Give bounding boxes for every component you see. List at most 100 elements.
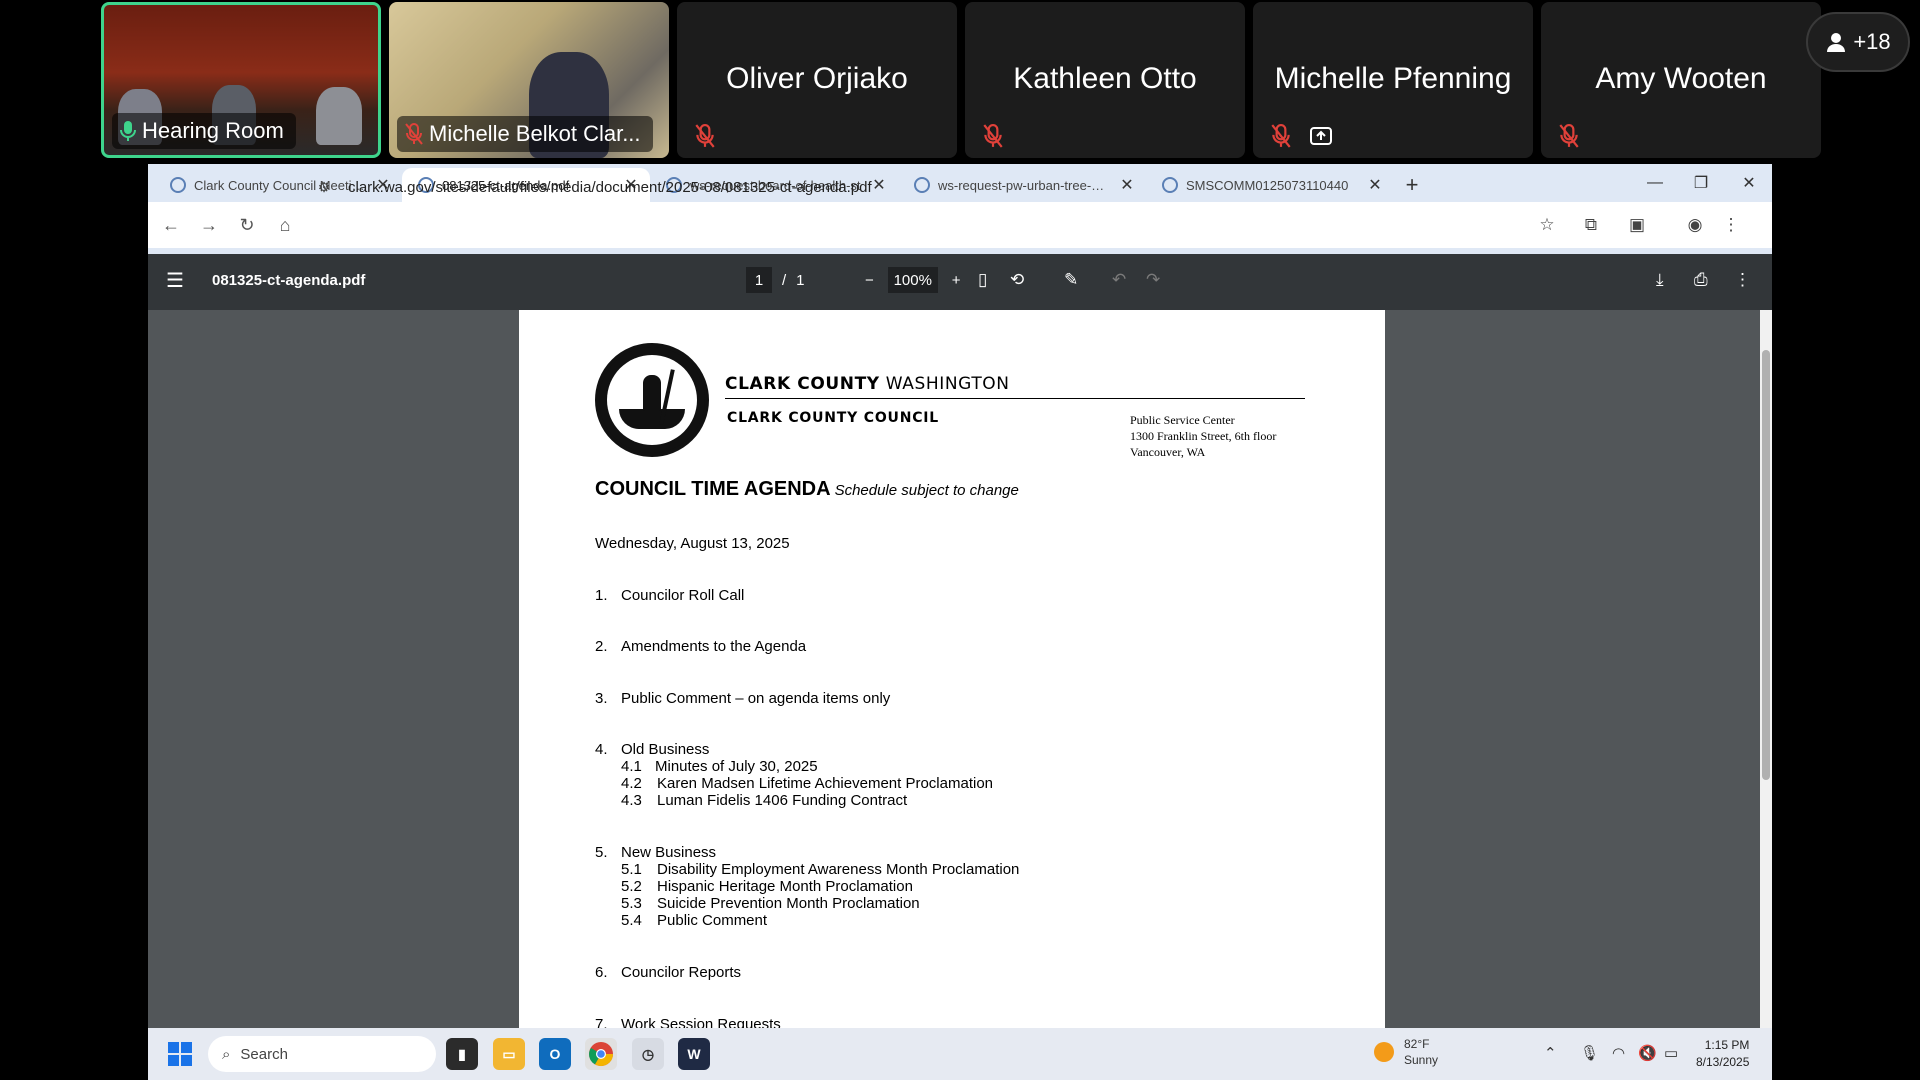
home-button[interactable]: ⌂	[266, 206, 304, 244]
county-seal-logo	[595, 343, 709, 457]
participant-name: Oliver Orjiako	[726, 62, 908, 95]
windows-start-icon[interactable]	[168, 1042, 192, 1066]
reload-button[interactable]: ↻	[228, 206, 266, 244]
bookmark-star-icon[interactable]: ☆	[1530, 210, 1564, 240]
undo-icon[interactable]: ↶	[1112, 270, 1126, 290]
participant-figure	[316, 87, 362, 145]
rotate-icon[interactable]: ⟲	[1010, 270, 1024, 290]
zoom-in-icon[interactable]: +	[952, 272, 961, 289]
sun-icon	[1374, 1042, 1394, 1062]
pdf-viewer[interactable]: CLARK COUNTY WASHINGTON CLARK COUNTY COU…	[148, 310, 1772, 1028]
fit-page-icon[interactable]: ▯	[978, 270, 987, 290]
taskbar-search[interactable]: ⌕ Search	[208, 1036, 436, 1072]
participant-tile-kathleen-otto[interactable]: Kathleen Otto	[965, 2, 1245, 158]
agenda-subitem: 4.1 Minutes of July 30, 2025	[621, 758, 818, 775]
agenda-subitem: 4.2 Karen Madsen Lifetime Achievement Pro…	[621, 775, 994, 792]
address-line: Vancouver, WA	[1130, 445, 1206, 459]
close-icon[interactable]: ✕	[870, 175, 888, 195]
file-explorer-icon[interactable]: ▭	[493, 1038, 525, 1070]
council-heading: CLARK COUNTY COUNCIL	[727, 410, 940, 426]
battery-icon[interactable]: ▭	[1664, 1044, 1678, 1062]
webex-icon[interactable]: W	[678, 1038, 710, 1070]
participant-label: Michelle Belkot Clar...	[397, 116, 653, 152]
pdf-scrollbar[interactable]	[1760, 310, 1772, 1028]
address-line: Public Service Center	[1130, 413, 1235, 427]
agenda-subitem: 5.3 Suicide Prevention Month Proclamation	[621, 895, 920, 912]
participant-tile-oliver-orjiako[interactable]: Oliver Orjiako	[677, 2, 957, 158]
participant-tile-michelle-pfenning[interactable]: Michelle Pfenning	[1253, 2, 1533, 158]
speaker-muted-icon[interactable]: 🔇	[1638, 1044, 1657, 1062]
county-state: WASHINGTON	[885, 374, 1010, 394]
tab-urban-tree[interactable]: ws-request-pw-urban-tree-can ✕	[898, 168, 1146, 202]
restore-button[interactable]: ❐	[1678, 168, 1724, 198]
participant-tile-amy-wooten[interactable]: Amy Wooten	[1541, 2, 1821, 158]
participant-tile-hearing-room[interactable]: Hearing Room	[101, 2, 381, 158]
tab-title: SMSCOMM0125073110440	[1186, 177, 1349, 193]
agenda-title: COUNCIL TIME AGENDA Schedule subject to c…	[595, 478, 1019, 501]
agenda-subitem: 5.1 Disability Employment Awareness Month…	[621, 861, 1020, 878]
system-clock[interactable]: 1:15 PM 8/13/2025	[1696, 1037, 1749, 1071]
windows-taskbar: ⌕ Search ▮ ▭ O ◷ W 82°F Sunny ⌃ 🎙 ◠ 🔇 ▭ …	[148, 1028, 1772, 1080]
agenda-subitem: 5.4 Public Comment	[621, 912, 768, 929]
mic-on-icon	[120, 121, 136, 141]
wifi-icon[interactable]: ◠	[1612, 1044, 1625, 1062]
forward-button[interactable]: →	[190, 206, 228, 244]
new-tab-button[interactable]: +	[1394, 168, 1430, 202]
participant-name: Michelle Belkot Clar...	[429, 121, 641, 146]
minimize-button[interactable]: —	[1632, 168, 1678, 198]
mic-muted-tray-icon[interactable]: 🎙	[1580, 1044, 1599, 1062]
zoom-level-input[interactable]: 100%	[887, 267, 938, 293]
search-icon: ⌕	[222, 1045, 231, 1063]
task-view-icon[interactable]: ▮	[446, 1038, 478, 1070]
chevron-up-icon[interactable]: ⌃	[1544, 1044, 1557, 1062]
url-field[interactable]: clark.wa.gov/sites/default/files/media/d…	[348, 172, 872, 202]
participant-tile-michelle-belkot[interactable]: Michelle Belkot Clar...	[389, 2, 669, 158]
agenda-date: Wednesday, August 13, 2025	[595, 535, 790, 552]
tab-title: Clark County Council Meetings	[194, 177, 366, 193]
browser-menu-icon[interactable]: ⋮	[1714, 210, 1748, 240]
more-participants-count: +18	[1853, 29, 1891, 54]
split-view-icon[interactable]: ▣	[1620, 210, 1654, 240]
agenda-subtitle: Schedule subject to change	[834, 482, 1019, 499]
pdf-more-icon[interactable]: ⋮	[1734, 270, 1751, 290]
agenda-item: 3. Public Comment – on agenda items only	[595, 690, 891, 707]
participant-name: Amy Wooten	[1595, 62, 1767, 95]
clock-app-icon[interactable]: ◷	[632, 1038, 664, 1070]
close-icon[interactable]: ✕	[1366, 175, 1384, 195]
download-icon[interactable]: ⤓	[1656, 270, 1664, 290]
close-icon[interactable]: ✕	[1118, 175, 1136, 195]
hamburger-menu-icon[interactable]: ☰	[166, 268, 184, 293]
agenda-item: 5. New Business	[595, 844, 717, 861]
agenda-title-text: COUNCIL TIME AGENDA	[595, 478, 831, 500]
scrollbar-thumb[interactable]	[1762, 350, 1770, 780]
back-button[interactable]: ←	[152, 206, 190, 244]
address-toolbar: ← → ↻ ⌂	[148, 202, 1772, 248]
pdf-filename: 081325-ct-agenda.pdf	[212, 272, 366, 289]
zoom-out-icon[interactable]: −	[865, 272, 874, 289]
county-heading: CLARK COUNTY WASHINGTON	[725, 374, 1010, 394]
chrome-icon[interactable]	[585, 1038, 617, 1070]
extensions-icon[interactable]: ⧉	[1574, 210, 1608, 240]
close-window-button[interactable]: ✕	[1726, 168, 1772, 198]
tab-smscomm[interactable]: SMSCOMM0125073110440 ✕	[1146, 168, 1394, 202]
participant-label: Hearing Room	[112, 113, 296, 149]
participant-name: Michelle Pfenning	[1274, 62, 1512, 95]
agenda-item: 7. Work Session Requests	[595, 1016, 781, 1028]
outlook-icon[interactable]: O	[539, 1038, 571, 1070]
profile-icon[interactable]: ◉	[1678, 210, 1712, 240]
globe-icon	[1162, 177, 1178, 193]
zoom-controls: − 100% +	[865, 267, 961, 293]
weather-temp: 82°F	[1404, 1037, 1430, 1051]
redo-icon[interactable]: ↷	[1146, 270, 1160, 290]
agenda-item: 6. Councilor Reports	[595, 964, 742, 981]
annotate-icon[interactable]: ✎	[1064, 270, 1078, 290]
agenda-item: 1. Councilor Roll Call	[595, 587, 745, 604]
globe-icon	[914, 177, 930, 193]
more-participants-button[interactable]: +18	[1806, 12, 1910, 72]
globe-icon	[170, 177, 186, 193]
page-number-input[interactable]: 1	[746, 267, 772, 293]
site-info-icon[interactable]: ⚙	[313, 176, 335, 198]
print-icon[interactable]: ⎙	[1694, 270, 1708, 290]
weather-widget[interactable]: 82°F Sunny	[1374, 1036, 1438, 1068]
pdf-page: CLARK COUNTY WASHINGTON CLARK COUNTY COU…	[519, 310, 1385, 1028]
